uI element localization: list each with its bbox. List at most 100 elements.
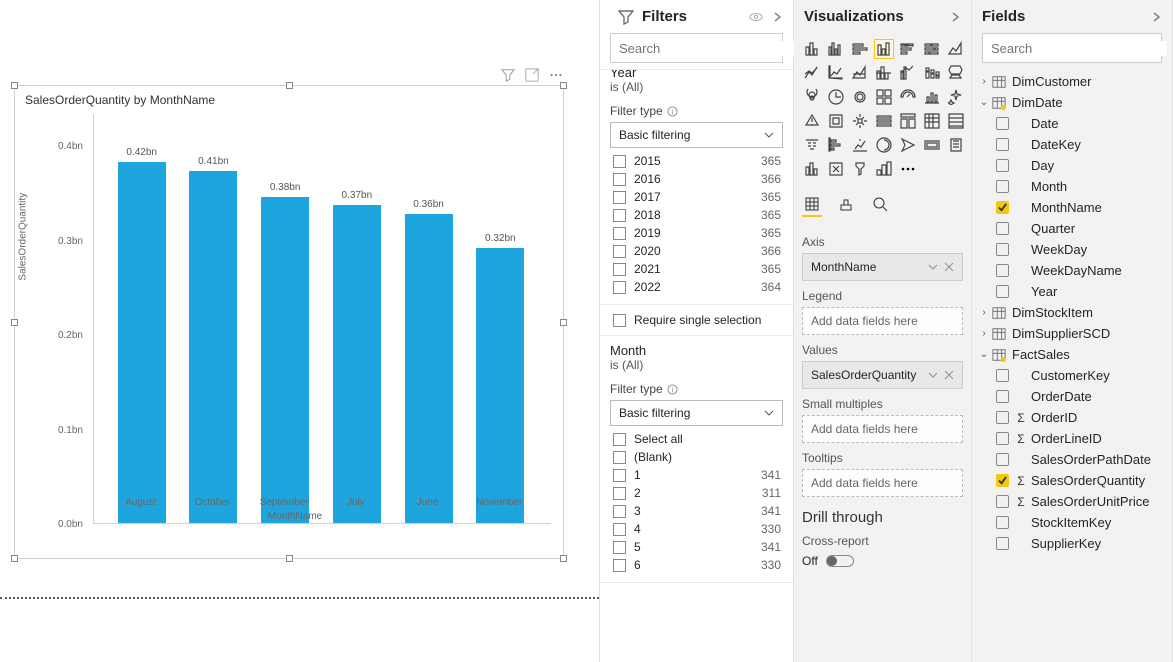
resize-handle[interactable] [286,555,293,562]
legend-well[interactable]: Add data fields here [802,307,963,335]
fields-search-input[interactable] [991,41,1167,56]
viz-type-icon[interactable] [898,87,918,107]
more-icon[interactable] [549,68,563,82]
filter-item[interactable]: 2016366 [610,170,783,188]
field-table[interactable]: ›DimCustomer [978,71,1166,92]
chevron-down-icon[interactable] [928,370,938,380]
filter-type-select[interactable]: Basic filtering [610,400,783,426]
viz-type-icon[interactable] [922,111,942,131]
viz-type-icon[interactable] [946,87,966,107]
resize-handle[interactable] [560,82,567,89]
filter-item[interactable]: 2311 [610,484,783,502]
field-column[interactable]: MonthName [978,197,1166,218]
field-column[interactable]: StockItemKey [978,512,1166,533]
format-tab[interactable] [836,193,856,217]
field-column[interactable]: WeekDay [978,239,1166,260]
chevron-down-icon[interactable] [928,262,938,272]
filter-item[interactable]: 2019365 [610,224,783,242]
filter-item[interactable]: 2020366 [610,242,783,260]
resize-handle[interactable] [286,82,293,89]
values-well[interactable]: SalesOrderQuantity [802,361,963,389]
field-column[interactable]: CustomerKey [978,365,1166,386]
field-column[interactable]: Date [978,113,1166,134]
viz-type-icon[interactable] [802,39,822,59]
field-column[interactable]: Month [978,176,1166,197]
viz-type-icon[interactable] [826,159,846,179]
viz-type-icon[interactable] [826,63,846,83]
field-column[interactable]: Day [978,155,1166,176]
filter-item[interactable]: 2022364 [610,278,783,296]
filter-item[interactable]: 2021365 [610,260,783,278]
bar[interactable] [189,171,237,523]
filter-item[interactable]: 6330 [610,556,783,574]
filter-search-input[interactable] [619,41,795,56]
resize-handle[interactable] [11,555,18,562]
viz-type-icon[interactable] [850,135,870,155]
field-column[interactable]: ΣSalesOrderUnitPrice [978,491,1166,512]
viz-type-icon[interactable] [802,63,822,83]
chevron-right-icon[interactable] [949,11,961,23]
viz-type-icon[interactable] [946,111,966,131]
resize-handle[interactable] [11,319,18,326]
field-table[interactable]: ›DimSupplierSCD [978,323,1166,344]
viz-type-icon[interactable] [898,63,918,83]
filter-item[interactable]: 2017365 [610,188,783,206]
field-column[interactable]: OrderDate [978,386,1166,407]
filter-item[interactable]: 1341 [610,466,783,484]
fields-tab[interactable] [802,193,822,217]
viz-type-icon[interactable] [898,135,918,155]
viz-type-icon[interactable] [850,63,870,83]
filter-item[interactable]: 2015365 [610,152,783,170]
chevron-right-icon[interactable] [1150,11,1162,23]
bar[interactable] [405,214,453,523]
viz-type-icon[interactable] [802,135,822,155]
filter-item[interactable]: (Blank) [610,448,783,466]
filter-item[interactable]: 4330 [610,520,783,538]
fields-search[interactable] [982,33,1162,63]
viz-type-icon[interactable] [922,87,942,107]
viz-type-icon[interactable] [874,111,894,131]
more-visuals-icon[interactable] [898,159,918,179]
filter-search[interactable] [610,33,783,63]
cross-report-toggle[interactable] [826,555,854,567]
filter-item[interactable]: 2018365 [610,206,783,224]
field-column[interactable]: WeekDayName [978,260,1166,281]
field-column[interactable]: Quarter [978,218,1166,239]
close-icon[interactable] [944,370,954,380]
field-column[interactable]: ΣOrderLineID [978,428,1166,449]
viz-type-icon[interactable] [946,63,966,83]
field-column[interactable]: ΣOrderID [978,407,1166,428]
viz-type-icon[interactable] [802,159,822,179]
axis-well[interactable]: MonthName [802,253,963,281]
viz-type-icon[interactable] [874,63,894,83]
viz-type-icon[interactable] [874,87,894,107]
field-column[interactable]: DateKey [978,134,1166,155]
filter-item[interactable]: 3341 [610,502,783,520]
tooltips-well[interactable]: Add data fields here [802,469,963,497]
require-single-row[interactable]: Require single selection [600,305,793,336]
viz-type-icon[interactable] [946,39,966,59]
filter-item[interactable]: Select all [610,430,783,448]
small-multiples-well[interactable]: Add data fields here [802,415,963,443]
viz-type-icon[interactable] [898,111,918,131]
field-column[interactable]: ΣSalesOrderQuantity [978,470,1166,491]
bar[interactable] [261,197,309,523]
bar[interactable] [476,248,524,523]
viz-type-icon[interactable] [826,39,846,59]
viz-type-icon[interactable] [922,135,942,155]
close-icon[interactable] [944,262,954,272]
viz-type-icon[interactable] [874,135,894,155]
viz-type-icon[interactable] [826,111,846,131]
viz-type-icon[interactable] [850,39,870,59]
viz-type-icon[interactable] [850,87,870,107]
chevron-right-icon[interactable] [771,11,783,23]
viz-type-icon[interactable] [850,111,870,131]
viz-type-icon[interactable] [826,87,846,107]
resize-handle[interactable] [560,319,567,326]
viz-type-icon[interactable] [922,63,942,83]
viz-type-icon[interactable] [874,159,894,179]
focus-icon[interactable] [525,68,539,82]
resize-handle[interactable] [11,82,18,89]
field-column[interactable]: Year [978,281,1166,302]
viz-type-icon[interactable] [850,159,870,179]
